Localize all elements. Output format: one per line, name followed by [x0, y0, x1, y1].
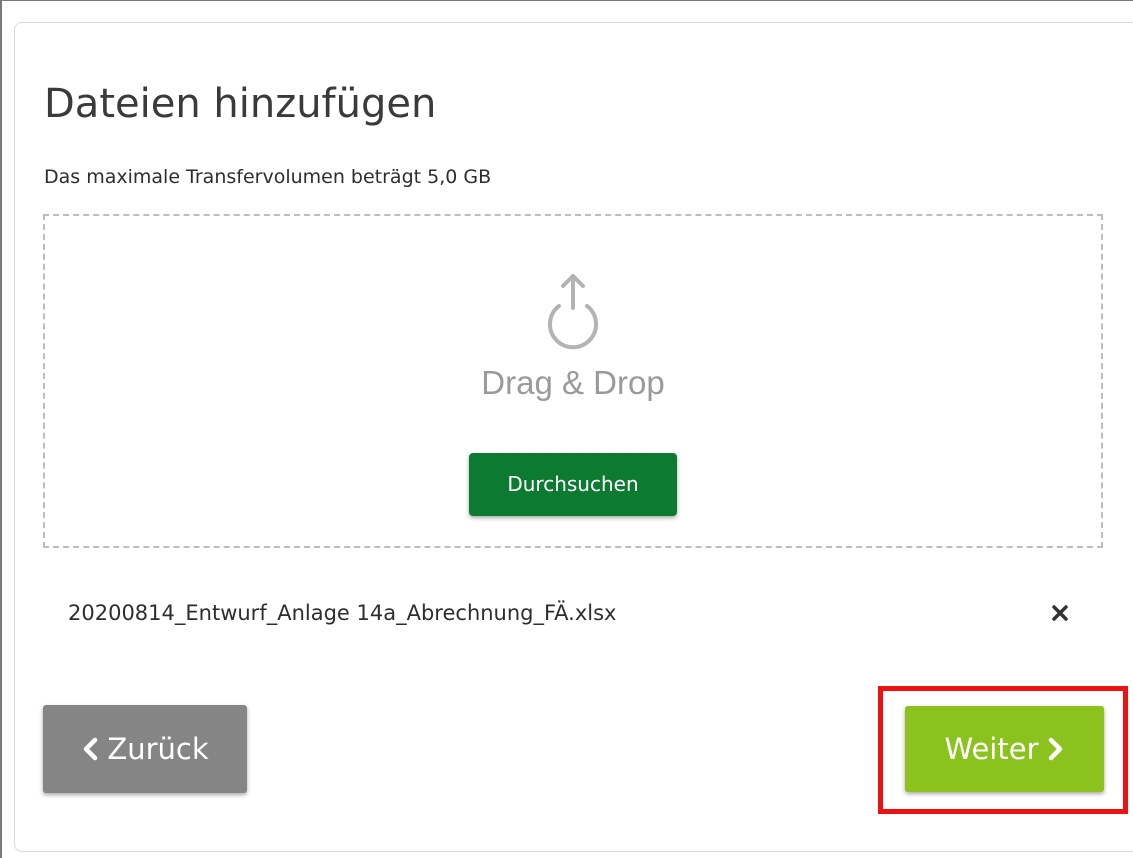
upload-icon — [548, 274, 598, 350]
file-name: 20200814_Entwurf_Anlage 14a_Abrechnung_F… — [68, 601, 617, 625]
max-volume-text: Das maximale Transfervolumen beträgt 5,0… — [44, 166, 492, 188]
page-title: Dateien hinzufügen — [44, 81, 437, 127]
drag-drop-label: Drag & Drop — [481, 364, 665, 401]
back-button-label: Zurück — [107, 732, 209, 766]
close-icon[interactable] — [1047, 600, 1073, 626]
chevron-right-icon — [1048, 737, 1062, 761]
browse-button[interactable]: Durchsuchen — [469, 453, 677, 516]
back-button[interactable]: Zurück — [43, 705, 247, 793]
file-list-item: 20200814_Entwurf_Anlage 14a_Abrechnung_F… — [44, 588, 1094, 638]
next-button[interactable]: Weiter — [905, 706, 1104, 792]
chevron-left-icon — [84, 737, 98, 761]
next-button-label: Weiter — [944, 732, 1039, 766]
